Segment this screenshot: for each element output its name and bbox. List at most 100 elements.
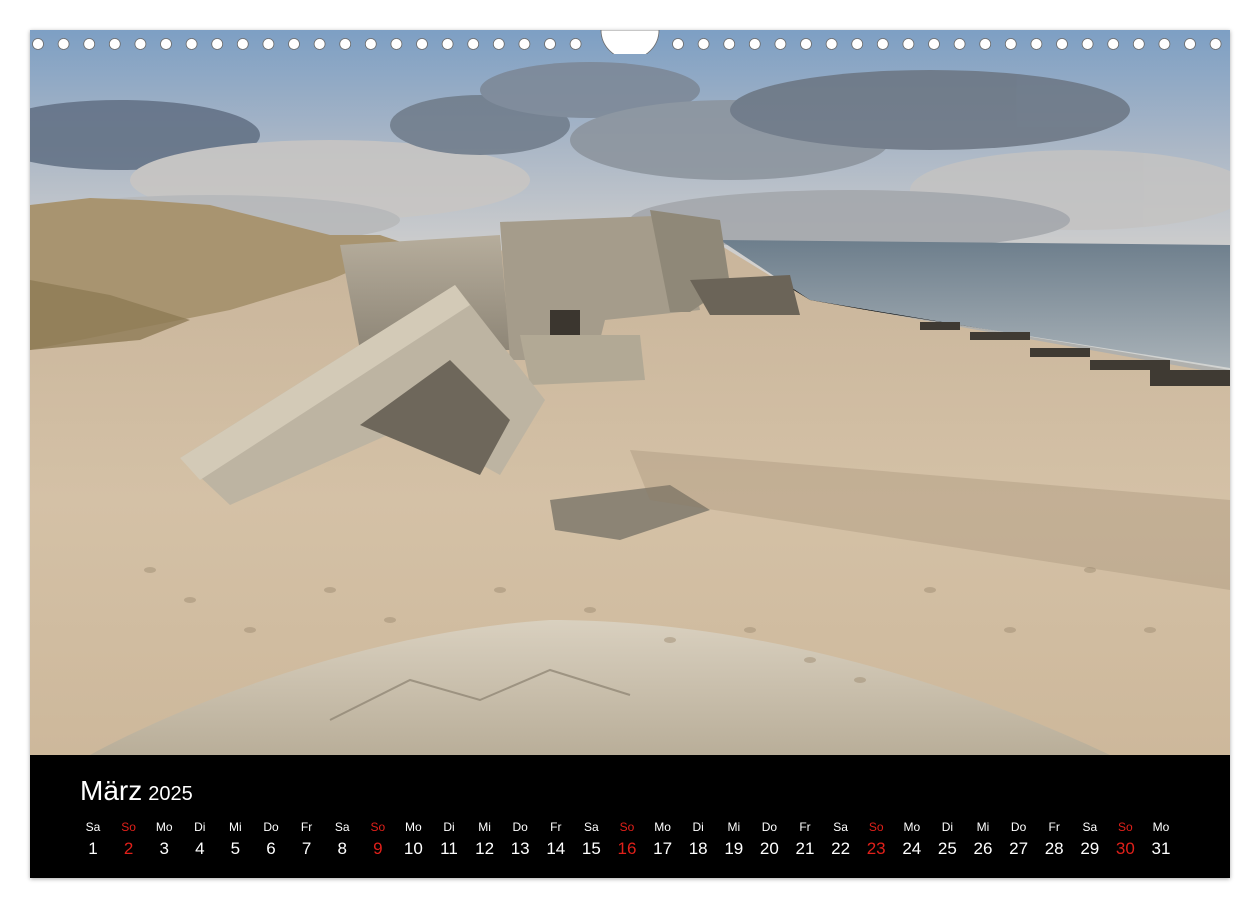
day-cell: So 9 [360,818,396,859]
weekday-label: Mo [1152,820,1170,834]
weekday-label: Di [194,820,206,834]
weekday-label: Fr [1048,820,1060,834]
day-number: 21 [795,839,815,858]
day-cell: Do 20 [751,818,787,859]
day-number: 9 [373,839,383,858]
day-cell: Sa 29 [1072,818,1108,859]
weekday-label: So [370,820,386,834]
day-number: 25 [937,839,957,858]
weekday-label: Sa [584,820,599,834]
weekday-label: Mi [478,820,491,834]
day-cell: Mo 24 [894,818,930,859]
day-cell: Di 4 [182,818,218,859]
month-name: März [80,775,143,806]
day-cell: Sa 8 [324,818,360,859]
weekday-label: Sa [334,820,350,834]
day-cell: Di 11 [431,818,467,859]
weekday-label: Di [941,820,954,834]
day-cell: Fr 14 [538,818,574,859]
day-cell: Di 18 [680,818,716,859]
day-number: 23 [866,839,886,858]
day-number: 29 [1080,839,1100,858]
day-number: 17 [653,839,673,858]
day-cell: Mo 3 [146,818,182,859]
day-cell: Mo 17 [645,818,681,859]
day-cell: So 23 [858,818,894,859]
weekday-label: Sa [833,820,848,834]
weekday-label: So [121,820,136,834]
day-number: 28 [1044,839,1064,858]
weekday-label: Do [263,820,279,834]
weekday-label: So [619,820,635,834]
day-number: 7 [301,839,312,858]
day-cell: Di 25 [929,818,965,859]
weekday-label: So [1118,820,1133,834]
bunker-beach-photo [30,30,1230,755]
weekday-label: Mo [405,820,422,834]
weekday-label: Mo [654,820,671,834]
day-number: 26 [973,839,993,858]
day-number: 16 [617,839,637,858]
weekday-label: Mi [229,820,242,834]
day-number: 6 [266,839,276,858]
weekday-label: Mi [727,820,741,834]
day-number: 13 [510,839,530,858]
day-cell: Do 13 [502,818,538,859]
day-cell: Mi 19 [716,818,752,859]
day-cell: Do 6 [253,818,289,859]
weekday-label: Mi [976,820,990,834]
day-number: 31 [1151,839,1171,858]
weekday-label: Mo [903,820,921,834]
weekday-label: Fr [550,820,562,834]
day-number: 20 [759,839,779,858]
weekday-label: Do [512,820,528,834]
day-number: 19 [724,839,744,858]
day-number: 30 [1115,839,1135,858]
calendar-page: März 2025 Sa 1 So 2 Mo 3 Di 4 Mi 5 Do 6 Fr 7 Sa 8 So 9 Mo 10… [30,30,1230,878]
month-title: März 2025 [80,777,193,805]
day-cell: Mo 31 [1143,818,1179,859]
day-cell: Sa 15 [573,818,609,859]
day-number: 3 [159,839,169,858]
day-cell: Sa 22 [823,818,859,859]
day-cell: Mo 10 [395,818,431,859]
weekday-label: Fr [300,820,313,834]
weekday-label: Mo [155,820,173,834]
day-cell: Fr 7 [289,818,325,859]
weekday-label: So [868,820,884,834]
weekday-label: Fr [799,820,811,834]
day-cell: Fr 21 [787,818,823,859]
day-number: 22 [831,839,851,858]
day-cell: So 30 [1107,818,1143,859]
day-number: 18 [688,839,708,858]
day-number: 15 [581,839,601,858]
day-cell: Fr 28 [1036,818,1072,859]
day-cell: Do 27 [1001,818,1037,859]
day-number: 14 [546,839,566,858]
weekday-label: Sa [85,820,101,834]
day-number: 2 [123,839,134,858]
day-number: 1 [88,839,98,858]
weekday-label: Do [761,820,778,834]
day-number: 10 [403,839,423,858]
weekday-label: Di [692,820,704,834]
day-cell: Mi 26 [965,818,1001,859]
day-cell: So 16 [609,818,645,859]
day-cell: Sa 1 [75,818,111,859]
day-cell: Mi 12 [467,818,503,859]
day-number: 4 [195,839,205,858]
year-label: 2025 [148,783,193,805]
day-number: 11 [440,839,458,858]
day-number: 12 [475,839,495,858]
day-cell: Mi 5 [217,818,253,859]
day-number: 27 [1009,839,1029,858]
calendar-strip: März 2025 Sa 1 So 2 Mo 3 Di 4 Mi 5 Do 6 Fr 7 Sa 8 So 9 Mo 10… [30,755,1230,878]
day-number: 24 [902,839,922,858]
day-number: 8 [337,839,347,858]
day-number: 5 [230,839,241,858]
weekday-label: Do [1010,820,1027,834]
weekday-label: Di [443,820,455,834]
weekday-label: Sa [1082,820,1098,834]
day-cell: So 2 [111,818,147,859]
day-row: Sa 1 So 2 Mo 3 Di 4 Mi 5 Do 6 Fr 7 Sa 8 So 9 Mo 10 Di 11 Mi 12 D… [75,818,1185,868]
